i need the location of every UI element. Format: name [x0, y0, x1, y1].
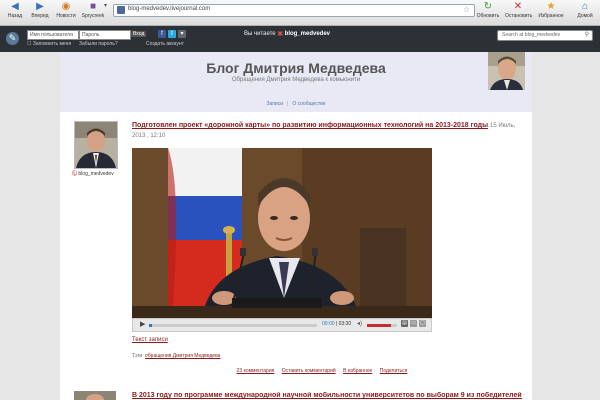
current-time: 00:00 [322, 321, 335, 327]
address-bar[interactable]: blog-medvedev.livejournal.com ☆ [113, 4, 475, 17]
avatar[interactable] [74, 121, 118, 169]
user-icon: Ⓛ [72, 171, 78, 177]
tags-label: Тэги: [132, 353, 144, 359]
blog-header-photo [488, 52, 525, 90]
post-tags: Тэги: обращения Дмитрия Медведева [132, 353, 220, 359]
reading-user-link[interactable]: blog_medvedev [285, 31, 330, 37]
back-button[interactable]: ◀ Назад [2, 1, 28, 19]
fullscreen-icon[interactable]: ▢ [419, 320, 426, 327]
reading-label: Вы читаете [244, 31, 276, 37]
dropdown-icon: ▾ [103, 3, 107, 9]
blog-nav: Записи | О сообществе [60, 101, 532, 107]
site-favicon-icon [117, 6, 125, 14]
refresh-icon: ↻ [483, 1, 493, 12]
progress-fill [149, 324, 153, 327]
forward-button-label: Вперед [31, 13, 49, 19]
news-button-label: Новости [56, 13, 76, 19]
volume-icon[interactable]: ◂) [357, 320, 362, 327]
blog-subtitle: Обращения Дмитрия Медведева к комьюнити [231, 77, 361, 83]
search-placeholder: Search at blog_medvedev [502, 32, 561, 38]
forgot-password-link[interactable]: Забыли пароль? [79, 41, 118, 47]
nav-separator: | [287, 101, 289, 107]
refresh-button[interactable]: ↻ Обновить [475, 1, 501, 19]
lj-logo-icon[interactable]: ✎ [6, 32, 19, 45]
arrow-right-icon: ▶ [36, 1, 44, 12]
nav-about-link[interactable]: О сообществе [292, 101, 325, 107]
news-button[interactable]: ◉ Новости [53, 1, 79, 19]
stop-icon: ✕ [513, 1, 523, 12]
refresh-button-label: Обновить [476, 13, 500, 19]
video-time: 00:00 | 03:30 [322, 321, 351, 327]
leave-comment-link[interactable]: Оставить комментарий [282, 368, 336, 374]
progress-bar[interactable] [149, 324, 317, 327]
remember-label: Запомнить меня [32, 41, 72, 47]
create-account-link[interactable]: Создать аккаунт [146, 41, 184, 47]
post-title-link[interactable]: Подготовлен проект «дорожной карты» по р… [132, 122, 488, 129]
tag-link[interactable]: обращения Дмитрия Медведева [145, 353, 220, 359]
share-link[interactable]: Поделиться [380, 368, 408, 374]
bookmark-icon: ■ [89, 1, 97, 12]
search-input[interactable]: Search at blog_medvedev ⚲ [497, 30, 593, 41]
embed-icon[interactable]: ▭ [410, 320, 417, 327]
home-button-label: Домой [577, 13, 593, 19]
video-player[interactable] [132, 148, 432, 318]
next-post-title-link[interactable]: В 2013 году по программе международной н… [132, 392, 522, 399]
reading-indicator: Вы читаете ▣ blog_medvedev [244, 30, 330, 37]
checkbox-icon: ☐ [27, 41, 32, 47]
blog-title[interactable]: Блог Дмитрия Медведева [60, 60, 532, 76]
post-text-link[interactable]: Текст записи [132, 337, 168, 343]
nav-entries-link[interactable]: Записи [266, 101, 283, 107]
remember-checkbox[interactable]: ☐ Запомнить меня [27, 41, 71, 47]
favorites-icon: ★ [546, 1, 556, 12]
favorites-button[interactable]: ★ Избранное [538, 1, 564, 19]
search-icon[interactable]: ⚲ [585, 31, 589, 40]
bookmark-button-label: Sprycreek [81, 13, 105, 19]
duration: 03:30 [338, 321, 352, 327]
back-button-label: Назад [7, 13, 23, 19]
volume-fill [367, 324, 391, 327]
next-post-avatar[interactable] [74, 391, 116, 400]
comments-count-link[interactable]: 23 комментария [237, 368, 275, 374]
stop-button-label: Остановить [505, 13, 533, 19]
avatar-username[interactable]: Ⓛ blog_medvedev [72, 170, 132, 177]
play-button[interactable]: ▶ [140, 320, 145, 328]
star-icon[interactable]: ☆ [463, 5, 470, 14]
arrow-left-icon: ◀ [11, 1, 19, 12]
add-favorite-link[interactable]: В избранное [343, 368, 372, 374]
url-text: blog-medvedev.livejournal.com [128, 6, 211, 12]
lj-header-bar: ✎ Имя пользователя Пароль Вход f t ▾ ☐ З… [0, 26, 600, 52]
bookmark-dropdown[interactable]: ▾ [100, 1, 110, 13]
password-input[interactable]: Пароль [79, 30, 131, 40]
browser-toolbar: ◀ Назад ▶ Вперед ◉ Новости ■ Sprycreek ▾… [0, 0, 600, 26]
post-header: Подготовлен проект «дорожной карты» по р… [132, 121, 522, 141]
home-icon: ⌂ [581, 1, 589, 12]
facebook-icon[interactable]: f [158, 30, 166, 38]
news-icon: ◉ [61, 1, 71, 12]
username-input[interactable]: Имя пользователя [27, 30, 79, 40]
more-services-icon[interactable]: ▾ [178, 30, 186, 38]
home-button[interactable]: ⌂ Домой [572, 1, 598, 19]
twitter-icon[interactable]: t [168, 30, 176, 38]
avatar-username-text: blog_medvedev [78, 171, 114, 177]
user-icon: ▣ [277, 31, 283, 37]
favorites-button-label: Избранное [538, 13, 564, 19]
login-button[interactable]: Вход [131, 31, 147, 37]
forward-button[interactable]: ▶ Вперед [27, 1, 53, 19]
stop-button[interactable]: ✕ Остановить [505, 1, 533, 19]
quality-icon[interactable]: ▤ [401, 320, 408, 327]
comment-bar: 23 комментария Оставить комментарий В из… [132, 368, 512, 374]
time-separator: | [335, 321, 338, 327]
